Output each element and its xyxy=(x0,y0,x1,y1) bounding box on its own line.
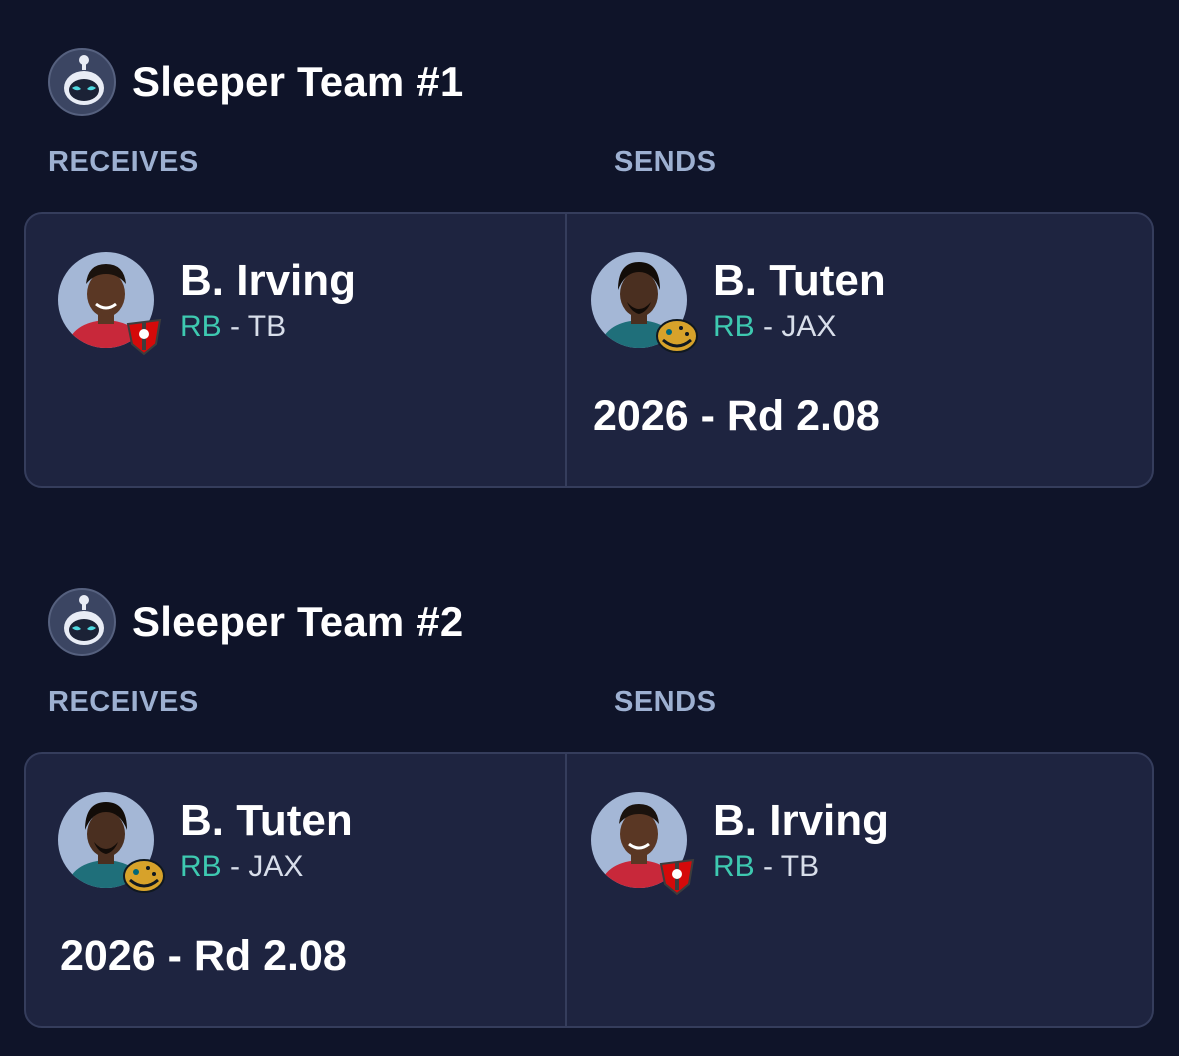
player-position: RB xyxy=(180,850,222,883)
player-avatar xyxy=(591,252,699,360)
buccaneers-logo-icon xyxy=(122,314,166,358)
sleeper-robot-icon xyxy=(48,588,116,656)
receives-side: B. Irving RB - TB xyxy=(26,214,565,486)
player-row[interactable]: B. Tuten RB - JAX xyxy=(591,252,1071,353)
player-name: B. Tuten xyxy=(713,256,886,305)
team-name: Sleeper Team #2 xyxy=(132,598,464,645)
team-section-2: Sleeper Team #2 RECEIVES SENDS B. Tuten … xyxy=(0,540,1179,1030)
trade-card: B. Tuten RB - JAX 2026 - Rd 2.08 B. Irvi… xyxy=(24,752,1154,1028)
draft-pick: 2026 - Rd 2.08 xyxy=(60,932,347,980)
player-meta: RB - JAX xyxy=(180,850,303,884)
team-section-1: Sleeper Team #1 RECEIVES SENDS B. Irving… xyxy=(0,0,1179,490)
sends-side: B. Irving RB - TB xyxy=(567,754,1154,1026)
jaguars-logo-icon xyxy=(655,314,699,358)
receives-label: RECEIVES xyxy=(48,146,199,178)
receives-label: RECEIVES xyxy=(48,686,199,718)
player-team: - TB xyxy=(754,850,820,883)
player-position: RB xyxy=(713,850,755,883)
player-avatar xyxy=(58,252,166,360)
player-name: B. Irving xyxy=(713,796,890,845)
sends-side: B. Tuten RB - JAX 2026 - Rd 2.08 xyxy=(567,214,1154,486)
player-team: - TB xyxy=(221,310,287,343)
player-row[interactable]: B. Tuten RB - JAX xyxy=(58,792,538,893)
player-meta: RB - TB xyxy=(713,850,819,884)
sends-label: SENDS xyxy=(614,146,717,178)
trade-card: B. Irving RB - TB B. Tuten RB - JAX 2026… xyxy=(24,212,1154,488)
team-header[interactable]: Sleeper Team #1 xyxy=(48,46,463,118)
player-avatar xyxy=(58,792,166,900)
player-position: RB xyxy=(713,310,755,343)
sends-label: SENDS xyxy=(614,686,717,718)
player-name: B. Tuten xyxy=(180,796,353,845)
player-row[interactable]: B. Irving RB - TB xyxy=(58,252,538,356)
buccaneers-logo-icon xyxy=(655,854,699,898)
player-meta: RB - JAX xyxy=(713,310,836,344)
player-position: RB xyxy=(180,310,222,343)
player-team: - JAX xyxy=(754,310,837,343)
player-avatar xyxy=(591,792,699,900)
player-row[interactable]: B. Irving RB - TB xyxy=(591,792,1071,896)
receives-side: B. Tuten RB - JAX 2026 - Rd 2.08 xyxy=(26,754,565,1026)
player-team: - JAX xyxy=(221,850,304,883)
sleeper-robot-icon xyxy=(48,48,116,116)
jaguars-logo-icon xyxy=(122,854,166,898)
draft-pick: 2026 - Rd 2.08 xyxy=(593,392,880,440)
player-meta: RB - TB xyxy=(180,310,286,344)
player-name: B. Irving xyxy=(180,256,357,305)
team-name: Sleeper Team #1 xyxy=(132,58,464,105)
team-header[interactable]: Sleeper Team #2 xyxy=(48,586,463,658)
